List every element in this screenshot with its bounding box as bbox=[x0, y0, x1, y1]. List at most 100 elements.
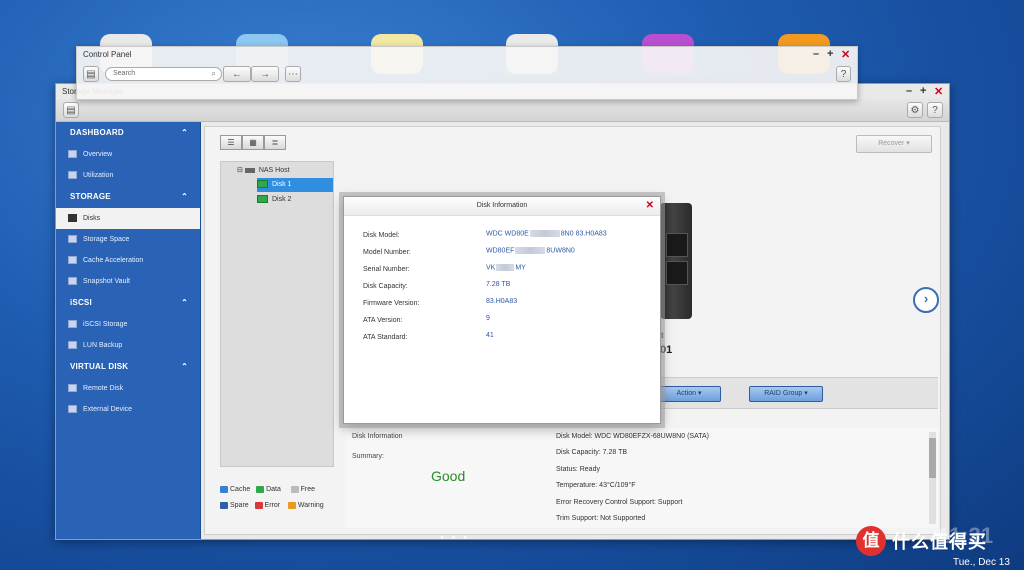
legend-free: Free bbox=[290, 486, 315, 493]
disk-tree: ⊟ NAS Host Disk 1 Disk 2 bbox=[220, 161, 334, 467]
close-icon[interactable]: ✕ bbox=[646, 197, 654, 215]
legend-row-1: Cache Data Free bbox=[220, 486, 315, 493]
toolbar: ▤ ⚙ ? bbox=[56, 99, 949, 122]
value-model-number: WD80EF 8UW8N0 bbox=[486, 247, 575, 255]
page-indicator[interactable]: ●●● bbox=[440, 535, 475, 541]
label-model-number: Model Number: bbox=[363, 249, 411, 256]
cache-icon bbox=[68, 256, 77, 264]
redacted-mask bbox=[529, 230, 560, 237]
help-button[interactable]: ? bbox=[927, 102, 943, 118]
sidebar: DASHBOARD ⌃ Overview Utilization STORAGE ⌃… bbox=[56, 122, 201, 539]
detail-temperature: Temperature: 43°C/109°F bbox=[556, 482, 636, 490]
recover-button[interactable]: Recover ▾ bbox=[856, 135, 932, 153]
sidebar-section-dashboard[interactable]: DASHBOARD ⌃ bbox=[56, 122, 200, 144]
legend-cache: Cache bbox=[220, 486, 250, 493]
nas-device-image bbox=[660, 203, 692, 319]
list-view-button[interactable]: ☰ bbox=[220, 135, 242, 150]
window-title: Control Panel bbox=[83, 50, 132, 59]
tree-host[interactable]: ⊟ NAS Host bbox=[237, 164, 290, 178]
iscsi-icon bbox=[68, 320, 77, 328]
search-input[interactable]: Search ⌕ bbox=[105, 67, 222, 81]
detail-trim-support: Trim Support: Not Supported bbox=[556, 514, 646, 522]
brand-text: 什么值得买 bbox=[892, 532, 987, 552]
backup-icon bbox=[68, 341, 77, 349]
disk-icon bbox=[257, 195, 268, 204]
label-ata-standard: ATA Standard: bbox=[363, 334, 408, 341]
nas-host-icon bbox=[244, 167, 255, 173]
scrollbar-thumb[interactable] bbox=[929, 438, 936, 478]
watermark-logo: 值 什么值得买 bbox=[856, 524, 1016, 558]
detail-view-button[interactable]: ≣ bbox=[264, 135, 286, 150]
sidebar-item-iscsi-storage[interactable]: iSCSI Storage bbox=[56, 314, 200, 335]
disk-details: Disk Model: WDC WD80EFZX-68UW8N0 (SATA) … bbox=[556, 433, 709, 531]
value-firmware-version: 83.H0A83 bbox=[486, 298, 518, 305]
app-menu-button[interactable]: ▤ bbox=[83, 66, 99, 82]
redacted-mask bbox=[496, 264, 515, 271]
desktop-date: Tue., Dec 13 bbox=[953, 557, 1010, 568]
sidebar-section-storage[interactable]: STORAGE ⌃ bbox=[56, 186, 200, 208]
brand-badge: 值 bbox=[856, 526, 886, 556]
legend-warning: Warning bbox=[287, 502, 324, 509]
detail-disk-model: Disk Model: WDC WD80EFZX-68UW8N0 (SATA) bbox=[556, 433, 709, 440]
snapshot-icon bbox=[68, 277, 77, 285]
tree-disk-1[interactable]: Disk 1 bbox=[257, 178, 333, 192]
minimize-icon[interactable]: – bbox=[813, 48, 819, 60]
sidebar-item-lun-backup[interactable]: LUN Backup bbox=[56, 335, 200, 356]
summary-status: Good bbox=[431, 468, 466, 484]
raid-group-button[interactable]: RAID Group ▾ bbox=[749, 386, 823, 402]
sidebar-item-storage-space[interactable]: Storage Space bbox=[56, 229, 200, 250]
minimize-icon[interactable]: – bbox=[906, 85, 912, 97]
detail-disk-capacity: Disk Capacity: 7.28 TB bbox=[556, 449, 628, 457]
storage-icon bbox=[68, 235, 77, 243]
sidebar-item-snapshot-vault[interactable]: Snapshot Vault bbox=[56, 271, 200, 292]
drive-bay bbox=[666, 233, 688, 257]
chart-icon bbox=[68, 171, 77, 179]
maximize-icon[interactable]: + bbox=[920, 85, 926, 97]
sidebar-item-remote-disk[interactable]: Remote Disk bbox=[56, 378, 200, 399]
action-button[interactable]: Action ▾ bbox=[657, 386, 721, 402]
settings-button[interactable]: ⚙ bbox=[907, 102, 923, 118]
back-button[interactable]: ← bbox=[223, 66, 251, 82]
close-icon[interactable]: ✕ bbox=[934, 85, 943, 98]
apps-grid-button[interactable]: ⋯ bbox=[285, 66, 301, 82]
collapse-icon[interactable]: ⊟ bbox=[237, 167, 243, 174]
nas-label-partial: t bbox=[661, 331, 664, 340]
control-panel-toolbar: ▤ Search ⌕ ← → ⋯ ? bbox=[77, 65, 857, 83]
label-serial-number: Serial Number: bbox=[363, 266, 410, 273]
app-menu-button[interactable]: ▤ bbox=[63, 102, 79, 118]
chevron-down-icon: ▾ bbox=[697, 390, 702, 397]
sidebar-item-disks[interactable]: Disks bbox=[56, 208, 200, 229]
dialog-title: Disk Information bbox=[476, 202, 528, 209]
label-disk-capacity: Disk Capacity: bbox=[363, 283, 408, 290]
next-arrow-button[interactable]: › bbox=[913, 287, 939, 313]
forward-button[interactable]: → bbox=[251, 66, 279, 82]
value-disk-capacity: 7.28 TB bbox=[486, 281, 511, 288]
maximize-icon[interactable]: + bbox=[827, 48, 833, 60]
value-serial-number: VK MY bbox=[486, 264, 526, 272]
chevron-up-icon[interactable]: ⌃ bbox=[181, 122, 188, 144]
sidebar-item-cache-acceleration[interactable]: Cache Acceleration bbox=[56, 250, 200, 271]
grid-view-button[interactable]: ▦ bbox=[242, 135, 264, 150]
sidebar-item-external-device[interactable]: External Device bbox=[56, 399, 200, 420]
sidebar-item-utilization[interactable]: Utilization bbox=[56, 165, 200, 186]
sidebar-item-overview[interactable]: Overview bbox=[56, 144, 200, 165]
detail-error-recovery: Error Recovery Control Support: Support bbox=[556, 498, 683, 506]
dialog-header: Disk Information ✕ bbox=[344, 197, 660, 216]
help-button[interactable]: ? bbox=[836, 66, 851, 82]
sidebar-section-virtual-disk[interactable]: VIRTUAL DISK ⌃ bbox=[56, 356, 200, 378]
chevron-up-icon[interactable]: ⌃ bbox=[181, 356, 188, 378]
info-scrollbar[interactable] bbox=[929, 432, 936, 524]
tree-disk-2[interactable]: Disk 2 bbox=[257, 193, 291, 207]
remote-disk-icon bbox=[68, 384, 77, 392]
chevron-up-icon[interactable]: ⌃ bbox=[181, 186, 188, 208]
chevron-up-icon[interactable]: ⌃ bbox=[181, 292, 188, 314]
disk-icon bbox=[257, 180, 268, 189]
legend-row-2: Spare Error Warning bbox=[220, 502, 324, 509]
external-device-icon bbox=[68, 405, 77, 413]
close-icon[interactable]: ✕ bbox=[841, 48, 850, 61]
label-ata-version: ATA Version: bbox=[363, 317, 403, 324]
info-heading: Disk Information bbox=[352, 433, 403, 440]
sidebar-section-iscsi[interactable]: iSCSI ⌃ bbox=[56, 292, 200, 314]
search-icon: ⌕ bbox=[211, 69, 216, 78]
disk-information-dialog: Disk Information ✕ Disk Model: WDC WD80E… bbox=[343, 196, 661, 424]
